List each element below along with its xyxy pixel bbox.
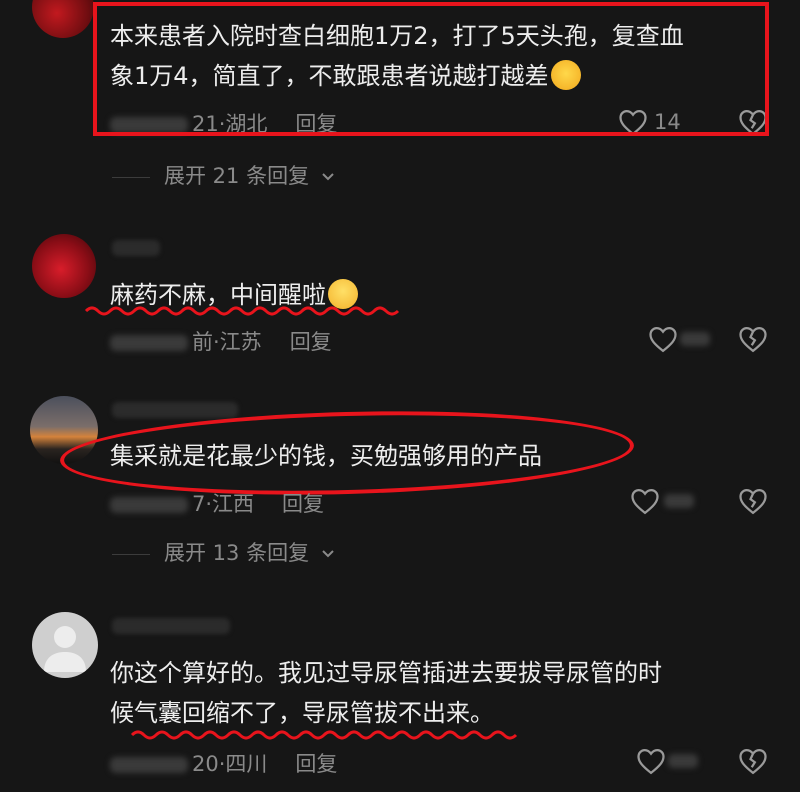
dislike-button[interactable]	[738, 325, 768, 357]
highlight-box-annotation	[93, 2, 769, 136]
divider-line	[112, 176, 150, 178]
divider-line	[112, 553, 150, 555]
comment-text: 你这个算好的。我见过导尿管插进去要拔导尿管的时	[110, 659, 662, 687]
heart-outline-icon	[631, 488, 659, 515]
comment-text: 候气囊回缩不了，导尿管拔不出来。	[110, 699, 494, 727]
expand-replies-label: 展开 13 条回复	[164, 541, 310, 565]
like-button[interactable]	[636, 747, 666, 779]
like-button[interactable]	[630, 487, 660, 519]
wavy-underline-annotation	[130, 730, 518, 740]
username-blurred[interactable]	[112, 618, 230, 634]
reply-button[interactable]: 回复	[290, 330, 332, 354]
blurred-date	[110, 757, 188, 773]
username-blurred[interactable]	[112, 402, 238, 418]
comment-date-location: 20·四川	[192, 752, 268, 776]
dislike-button[interactable]	[738, 747, 768, 779]
comment-meta: 7·江西 回复	[110, 488, 324, 518]
dislike-button[interactable]	[738, 487, 768, 519]
comment-meta: 20·四川 回复	[110, 748, 337, 778]
like-button[interactable]	[648, 325, 678, 357]
avatar[interactable]	[32, 0, 94, 38]
broken-heart-icon	[739, 326, 767, 353]
wavy-underline-annotation	[84, 306, 400, 316]
reply-button[interactable]: 回复	[295, 752, 337, 776]
expand-replies-button[interactable]: 展开 13 条回复	[112, 537, 336, 567]
expand-replies-label: 展开 21 条回复	[164, 164, 310, 188]
chevron-down-icon	[322, 550, 334, 558]
heart-outline-icon	[649, 326, 677, 353]
blurred-date	[110, 497, 188, 513]
heart-outline-icon	[637, 748, 665, 775]
broken-heart-icon	[739, 488, 767, 515]
comment-meta: 前·江苏 回复	[110, 326, 332, 356]
blurred-date	[110, 335, 188, 351]
like-count-blurred	[668, 754, 698, 768]
expand-replies-button[interactable]: 展开 21 条回复	[112, 160, 336, 190]
default-avatar-icon	[44, 626, 86, 672]
like-count-blurred	[664, 494, 694, 508]
chevron-down-icon	[322, 173, 334, 181]
like-count-blurred	[680, 332, 710, 346]
avatar[interactable]	[32, 234, 96, 298]
avatar[interactable]	[32, 612, 98, 678]
reply-button[interactable]: 回复	[282, 492, 324, 516]
username-blurred[interactable]	[112, 240, 160, 256]
comment-date-location: 7·江西	[192, 492, 255, 516]
broken-heart-icon	[739, 748, 767, 775]
ellipse-annotation	[59, 404, 635, 502]
comment-date-location: 前·江苏	[192, 330, 262, 354]
